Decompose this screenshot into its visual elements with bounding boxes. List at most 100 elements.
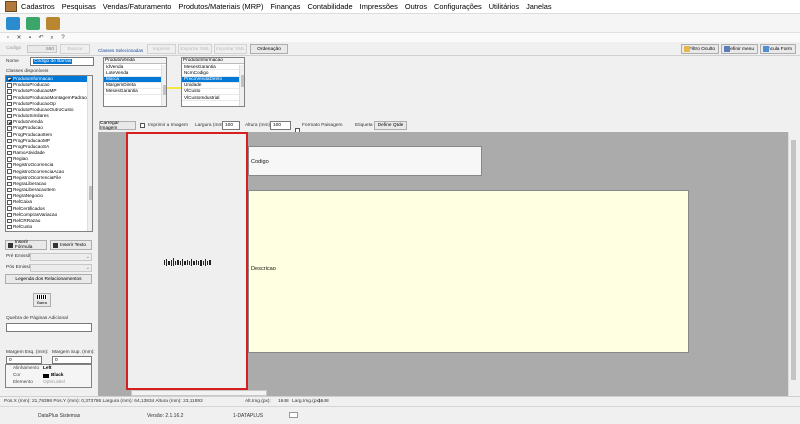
filtro-oculto-label: Filtro Oculto: [689, 46, 715, 52]
menu-item[interactable]: Vendas/Faturamento: [103, 2, 172, 11]
menu-bar: Cadastros Pesquisas Vendas/Faturamento Prod…: [0, 0, 800, 14]
class-checkbox[interactable]: [7, 126, 12, 131]
inserir-texto-label: Inserir Texto: [60, 242, 87, 248]
class-checkbox[interactable]: [7, 224, 12, 230]
inserir-formula-button[interactable]: Inserir Fórmula: [5, 240, 47, 250]
network-icon[interactable]: [6, 16, 20, 30]
definir-menu-button[interactable]: Definir menu: [721, 44, 758, 54]
class-checkbox[interactable]: [7, 200, 12, 205]
margem-sup-input[interactable]: 0: [52, 356, 92, 364]
classes-listbox[interactable]: ProdutoInformacao ProdutoProducao ProdutoP…: [5, 75, 93, 232]
class-checkbox[interactable]: [7, 206, 12, 211]
class-checkbox[interactable]: [7, 175, 12, 181]
canvas-vscrollbar[interactable]: [788, 132, 796, 396]
menu-item[interactable]: Contabilidade: [307, 2, 352, 11]
property-row[interactable]: Alinhamento Left: [6, 365, 91, 372]
new-icon[interactable]: ▫: [5, 35, 11, 41]
report-design-canvas[interactable]: Codigo Descricao: [98, 132, 788, 396]
barra-button[interactable]: Barra: [33, 293, 51, 307]
menu-item[interactable]: Configurações: [434, 2, 482, 11]
filtro-oculto-button[interactable]: Filtro Oculto: [681, 44, 719, 54]
app-logo-icon: [5, 1, 17, 12]
quebra-input[interactable]: [6, 323, 92, 332]
menu-item[interactable]: Produtos/Materiais (MRP): [178, 2, 263, 11]
class-checkbox[interactable]: [7, 89, 12, 94]
property-row[interactable]: Cor Black: [6, 372, 91, 379]
delete-icon[interactable]: ✕: [16, 35, 22, 41]
class-checkbox[interactable]: [7, 144, 12, 150]
menu-icon: [724, 46, 730, 52]
properties-grid[interactable]: Alinhamento Left Cor Black Elemento Op5rLabel: [5, 364, 92, 388]
class-checkbox[interactable]: [7, 187, 12, 193]
class-checkbox[interactable]: [7, 194, 12, 199]
property-row[interactable]: Elemento Op5rLabel: [6, 379, 91, 386]
nome-input[interactable]: Código de Barras: [30, 57, 94, 66]
class-checkbox[interactable]: [7, 181, 12, 187]
produto-venda-scrollbar[interactable]: [161, 65, 166, 106]
margem-esq-input[interactable]: 0: [6, 356, 42, 364]
class-checkbox[interactable]: [7, 163, 12, 168]
class-checkbox[interactable]: [7, 113, 12, 119]
class-checkbox[interactable]: [7, 95, 12, 100]
class-checkbox[interactable]: [7, 138, 12, 144]
altura-input[interactable]: 100: [270, 121, 291, 130]
box-icon[interactable]: [46, 16, 60, 30]
mail-icon[interactable]: [289, 412, 298, 418]
menu-item[interactable]: Finanças: [270, 2, 300, 11]
importar-xml-button[interactable]: Importar XML: [214, 44, 247, 54]
class-checkbox[interactable]: [7, 132, 12, 137]
class-checkbox[interactable]: [7, 150, 12, 156]
carregar-imagem-button[interactable]: Carregar Imagem: [99, 121, 136, 131]
codigo-field-element[interactable]: Codigo: [248, 146, 482, 176]
pre-emissao-select[interactable]: ⌄: [30, 253, 92, 261]
search-icon[interactable]: ⌕: [49, 35, 55, 41]
produto-info-listbox[interactable]: ProdutoInformacao MesesGarantia NcmCodigo…: [181, 57, 245, 107]
pos-emissao-select[interactable]: ⌄: [30, 264, 92, 272]
classes-scrollbar[interactable]: [87, 76, 92, 231]
class-checkbox[interactable]: [7, 83, 12, 88]
menu-item[interactable]: Impressões: [360, 2, 398, 11]
imprimir-button[interactable]: Imprimir: [147, 44, 176, 54]
class-checkbox[interactable]: [7, 218, 12, 224]
canvas-vscroll-thumb[interactable]: [790, 140, 796, 380]
larg-img-value: 1648: [318, 399, 329, 404]
produto-info-scrollbar[interactable]: [239, 65, 244, 106]
descricao-field-element[interactable]: Descricao: [248, 190, 689, 353]
codigo-input[interactable]: 550: [27, 45, 57, 53]
list-item[interactable]: RelCusto: [6, 224, 92, 230]
company-label: DataPlus Sistemas: [38, 413, 81, 419]
money-icon[interactable]: [26, 16, 40, 30]
alt-img-label: Alt.Img.(px):: [245, 399, 271, 404]
produto-venda-listbox[interactable]: ProdutoVenda IdVenda LoteVenda Marca Margem…: [103, 57, 167, 107]
list-item[interactable]: VlCustoIndustrial: [182, 95, 244, 102]
menu-item[interactable]: Outros: [405, 2, 427, 11]
ordenacao-button[interactable]: Ordenação: [250, 44, 288, 54]
class-checkbox[interactable]: [7, 101, 12, 107]
vincula-form-button[interactable]: Vincula Form: [760, 44, 796, 54]
define-qtde-button[interactable]: Define Qtde: [374, 121, 407, 130]
save-icon[interactable]: ▪: [27, 35, 33, 41]
menu-item[interactable]: Pesquisas: [62, 2, 96, 11]
largura-input[interactable]: 100: [222, 121, 240, 130]
list-item[interactable]: MesesGarantia: [104, 88, 166, 96]
help-icon[interactable]: ?: [60, 35, 66, 41]
menu-item[interactable]: Cadastros: [21, 2, 55, 11]
class-checkbox[interactable]: [7, 107, 12, 113]
class-checkbox[interactable]: [7, 157, 12, 162]
small-toolbar: ▫ ✕ ▪ ↶ ⌕ ?: [0, 32, 800, 42]
legenda-button[interactable]: Legenda dos Relacionamentos: [5, 274, 92, 284]
nome-label: Nome: [6, 59, 19, 64]
buscar-button[interactable]: Buscar: [60, 44, 90, 54]
class-checkbox[interactable]: [7, 76, 12, 82]
imprimir-imagem-checkbox[interactable]: [140, 123, 145, 128]
class-checkbox[interactable]: [7, 120, 12, 125]
text-icon: [53, 242, 58, 248]
class-checkbox[interactable]: [7, 212, 12, 218]
class-checkbox[interactable]: [7, 169, 12, 174]
undo-icon[interactable]: ↶: [38, 35, 44, 41]
exportar-xml-button[interactable]: Exportar XML: [178, 44, 212, 54]
menu-item[interactable]: Janelas: [526, 2, 551, 11]
inserir-texto-button[interactable]: Inserir Texto: [50, 240, 92, 250]
largura-label: Largura (mm):: [195, 123, 226, 128]
menu-item[interactable]: Utilitários: [489, 2, 519, 11]
